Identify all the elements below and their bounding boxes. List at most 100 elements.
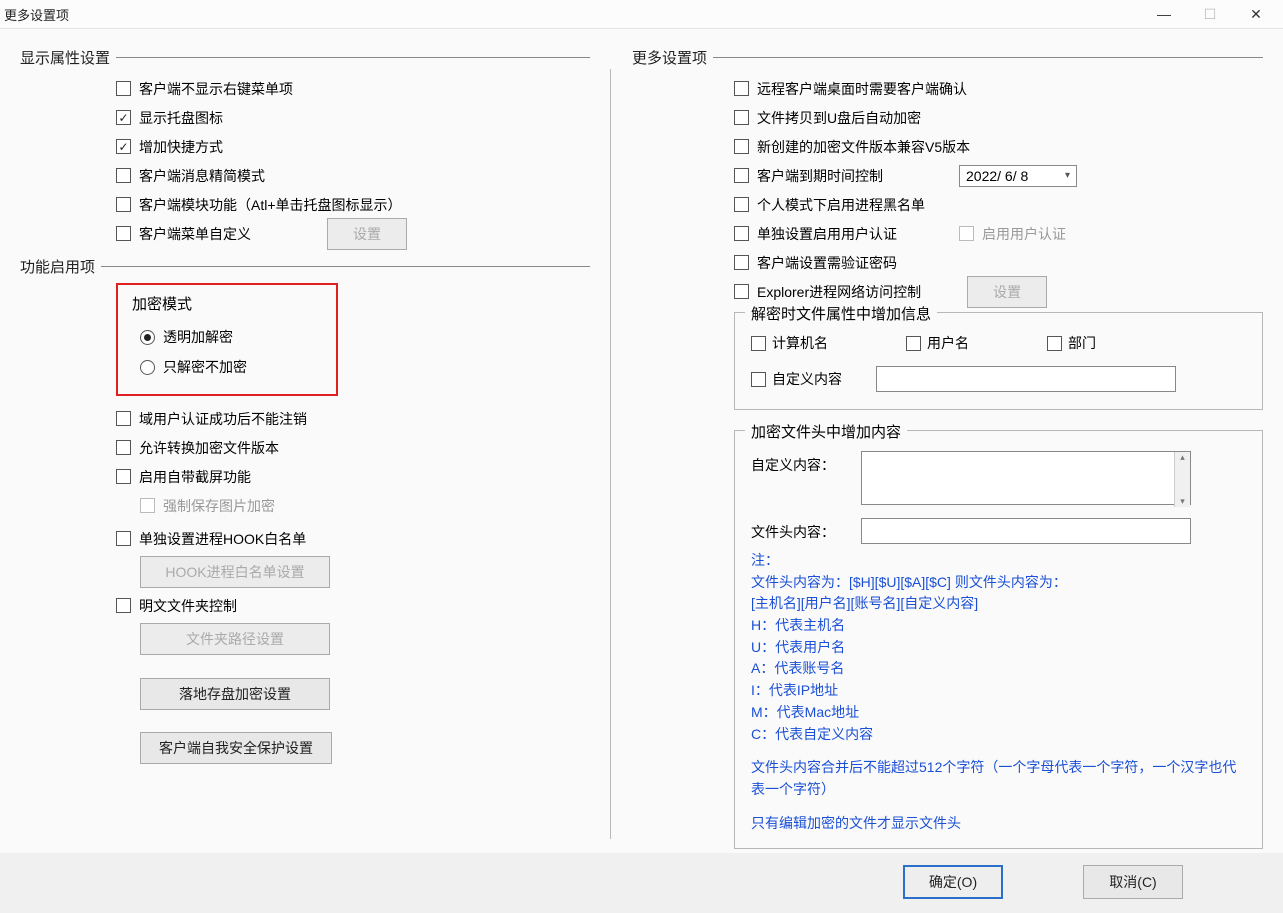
radio-transparent[interactable] [140,330,155,345]
note-line: U：代表用户名 [751,637,1246,659]
explorer-settings-button[interactable]: 设置 [967,276,1047,308]
label-expire-ctrl: 客户端到期时间控制 [757,166,883,186]
label-separate-auth: 单独设置启用用户认证 [757,224,897,244]
encryption-mode-group: 加密模式 透明加解密 只解密不加密 [116,283,338,396]
label-hook-whitelist: 单独设置进程HOOK白名单 [139,529,306,549]
checkbox-explorer-net[interactable] [734,284,749,299]
section-enable-header: 功能启用项 [20,256,590,277]
label-remote-confirm: 远程客户端桌面时需要客户端确认 [757,79,967,99]
folder-path-button[interactable]: 文件夹路径设置 [140,623,330,655]
self-protect-button[interactable]: 客户端自我安全保护设置 [140,732,332,764]
checkbox-v5-compat[interactable] [734,139,749,154]
checkbox-module-fn[interactable] [116,197,131,212]
checkbox-msg-lite[interactable] [116,168,131,183]
checkbox-attr-computer[interactable] [751,336,766,351]
checkbox-enable-auth [959,226,974,241]
window-title: 更多设置项 [4,5,1141,24]
note-line: A：代表账号名 [751,658,1246,680]
label-attr-dept: 部门 [1068,333,1096,353]
label-force-img-enc: 强制保存图片加密 [163,496,275,516]
label-hide-context-menu: 客户端不显示右键菜单项 [139,79,293,99]
label-attr-user: 用户名 [927,333,969,353]
checkbox-remote-confirm[interactable] [734,81,749,96]
divider [101,266,590,267]
section-display-header: 显示属性设置 [20,47,590,68]
label-convert-ver: 允许转换加密文件版本 [139,438,279,458]
checkbox-attr-custom[interactable] [751,372,766,387]
titlebar: 更多设置项 — ☐ ✕ [0,0,1283,29]
label-builtin-screenshot: 启用自带截屏功能 [139,467,251,487]
attr-custom-input[interactable] [876,366,1176,392]
checkbox-hook-whitelist[interactable] [116,531,131,546]
note-line: H：代表主机名 [751,615,1246,637]
checkbox-personal-blacklist[interactable] [734,197,749,212]
checkbox-menu-custom[interactable] [116,226,131,241]
menu-custom-settings-button[interactable]: 设置 [327,218,407,250]
label-module-fn: 客户端模块功能（Atl+单击托盘图标显示） [139,195,402,215]
expire-date-picker[interactable]: 2022/ 6/ 8 ▾ [959,165,1077,187]
vertical-separator [610,69,611,839]
window-controls: — ☐ ✕ [1141,0,1279,28]
label-msg-lite: 客户端消息精简模式 [139,166,265,186]
note-line: [主机名][用户名][账号名][自定义内容] [751,593,1246,615]
note-limit: 文件头内容合并后不能超过512个字符（一个字母代表一个字符，一个汉字也代表一个字… [751,757,1246,800]
left-column: 显示属性设置 客户端不显示右键菜单项 显示托盘图标 增加快捷方式 客户端消息精简… [20,47,610,849]
checkbox-show-tray[interactable] [116,110,131,125]
checkbox-add-shortcut[interactable] [116,139,131,154]
cancel-button[interactable]: 取消(C) [1083,865,1183,899]
checkbox-need-pwd[interactable] [734,255,749,270]
checkbox-convert-ver[interactable] [116,440,131,455]
section-more-title: 更多设置项 [632,47,707,68]
display-options: 客户端不显示右键菜单项 显示托盘图标 增加快捷方式 客户端消息精简模式 客户端模… [116,74,590,248]
head-custom-textarea[interactable] [861,451,1191,505]
encryption-mode-title: 加密模式 [132,293,322,314]
label-head-content: 文件头内容： [751,518,847,542]
content: 显示属性设置 客户端不显示右键菜单项 显示托盘图标 增加快捷方式 客户端消息精简… [0,29,1283,859]
ok-button[interactable]: 确定(O) [903,865,1003,899]
label-no-logout: 域用户认证成功后不能注销 [139,409,307,429]
label-enable-auth: 启用用户认证 [982,224,1066,244]
checkbox-usb-auto-enc[interactable] [734,110,749,125]
chevron-down-icon: ▾ [1065,170,1070,181]
label-transparent: 透明加解密 [163,327,233,347]
fieldset-decrypt-attr: 解密时文件属性中增加信息 计算机名 用户名 部门 自定义内容 [734,312,1263,410]
checkbox-expire-ctrl[interactable] [734,168,749,183]
note-line: 文件头内容为：[$H][$U][$A][$C] 则文件头内容为： [751,572,1246,594]
label-explorer-net: Explorer进程网络访问控制 [757,282,921,302]
checkbox-plain-folder[interactable] [116,598,131,613]
checkbox-attr-dept[interactable] [1047,336,1062,351]
checkbox-attr-user[interactable] [906,336,921,351]
expire-date-value: 2022/ 6/ 8 [966,168,1028,184]
close-button[interactable]: ✕ [1233,0,1279,28]
note-line: C：代表自定义内容 [751,724,1246,746]
label-plain-folder: 明文文件夹控制 [139,596,237,616]
landing-enc-button[interactable]: 落地存盘加密设置 [140,678,330,710]
legend-file-header: 加密文件头中增加内容 [745,421,907,442]
label-show-tray: 显示托盘图标 [139,108,223,128]
checkbox-separate-auth[interactable] [734,226,749,241]
section-display-title: 显示属性设置 [20,47,110,68]
checkbox-hide-context-menu[interactable] [116,81,131,96]
legend-decrypt-attr: 解密时文件属性中增加信息 [745,303,937,324]
label-need-pwd: 客户端设置需验证密码 [757,253,897,273]
checkbox-builtin-screenshot[interactable] [116,469,131,484]
divider [116,57,590,58]
dialog-footer: 确定(O) 取消(C) [0,859,1283,913]
label-v5-compat: 新创建的加密文件版本兼容V5版本 [757,137,970,157]
hook-whitelist-button[interactable]: HOOK进程白名单设置 [140,556,330,588]
enable-options: 加密模式 透明加解密 只解密不加密 域用户认证成功后不能注销 允许转换加密文件版… [116,283,590,770]
label-usb-auto-enc: 文件拷贝到U盘后自动加密 [757,108,921,128]
checkbox-force-img-enc [140,498,155,513]
fieldset-file-header: 加密文件头中增加内容 自定义内容： ▴▾ 文件头内容： 注： [734,430,1263,849]
settings-window: 更多设置项 — ☐ ✕ 显示属性设置 客户端不显示右键菜单项 显示托盘图标 增加… [0,0,1283,853]
note-only: 只有编辑加密的文件才显示文件头 [751,813,1246,835]
head-content-input[interactable] [861,518,1191,544]
minimize-button[interactable]: — [1141,0,1187,28]
label-decrypt-only: 只解密不加密 [163,357,247,377]
checkbox-no-logout[interactable] [116,411,131,426]
section-enable-title: 功能启用项 [20,256,95,277]
label-personal-blacklist: 个人模式下启用进程黑名单 [757,195,925,215]
scrollbar[interactable]: ▴▾ [1174,452,1190,507]
radio-decrypt-only[interactable] [140,360,155,375]
label-head-custom: 自定义内容： [751,451,847,475]
